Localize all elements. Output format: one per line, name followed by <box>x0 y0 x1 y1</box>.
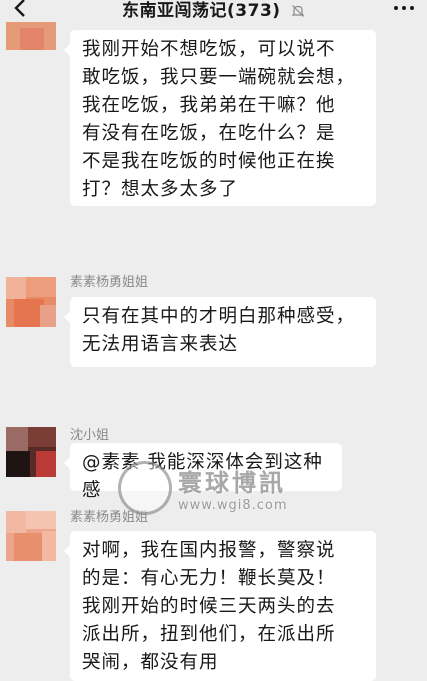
more-dot <box>410 6 414 10</box>
more-options-button[interactable] <box>389 0 419 18</box>
message-bubble[interactable]: 我刚开始不想吃饭，可以说不 敢吃饭，我只要一端碗就会想， 我在吃饭，我弟弟在干嘛… <box>64 30 376 206</box>
chat-title: 东南亚闯荡记(373) <box>122 1 281 21</box>
watermark-text: 寰球博訊 <box>178 469 286 497</box>
chat-header: 东南亚闯荡记(373) <box>0 0 427 22</box>
avatar[interactable] <box>6 511 56 561</box>
watermark-logo-icon <box>118 461 172 515</box>
avatar[interactable] <box>6 427 56 477</box>
more-dots-icon <box>394 6 398 10</box>
sender-name: 沈小姐 <box>70 428 110 443</box>
bell-off-icon <box>291 5 305 17</box>
watermark: 寰球博訊 www.wgi8.com <box>118 455 338 521</box>
message-bubble[interactable]: 对啊，我在国内报警，警察说 的是：有心无力！鞭长莫及！ 我刚开始的时候三天两头的… <box>64 531 376 681</box>
chat-title-area: 东南亚闯荡记(373) <box>0 0 427 21</box>
more-dot <box>402 6 406 10</box>
avatar[interactable] <box>6 22 56 50</box>
avatar[interactable] <box>6 277 56 327</box>
watermark-url: www.wgi8.com <box>178 498 288 513</box>
sender-name: 素素杨勇姐姐 <box>70 275 149 290</box>
message-bubble[interactable]: 只有在其中的才明白那种感受， 无法用语言来表达 <box>64 297 376 367</box>
